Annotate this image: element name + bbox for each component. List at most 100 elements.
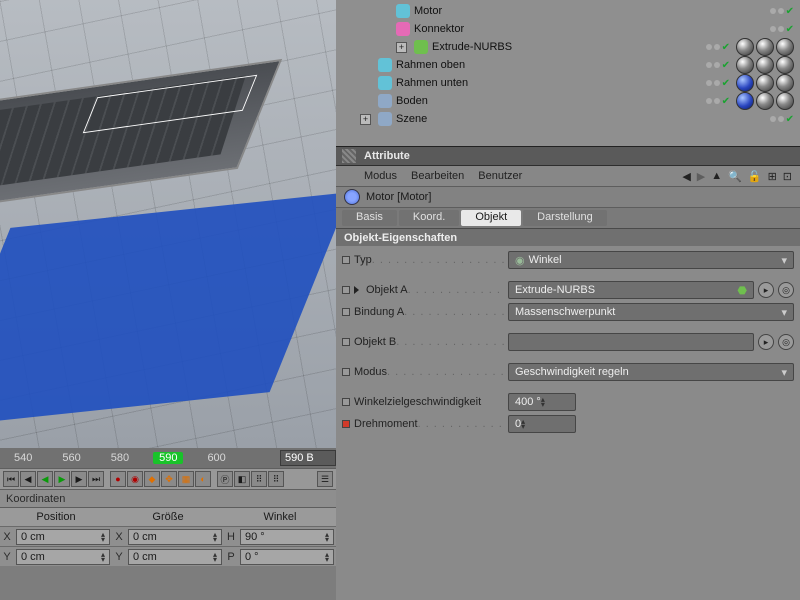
tree-item[interactable]: Boden✔ [360,92,800,110]
material-tags[interactable] [732,38,794,56]
key-pos-button[interactable]: ◆ [144,471,160,487]
tree-item[interactable]: Rahmen unten✔ [360,74,800,92]
coordinates-headers: Position Größe Winkel [0,508,336,526]
visibility-dots[interactable]: ✔ [706,74,800,92]
timeline-ruler[interactable]: 540 560 580 590 600 590 B [0,448,336,468]
grip-icon[interactable] [342,149,356,163]
object-tree[interactable]: Motor✔Konnektor✔+Extrude-NURBS✔Rahmen ob… [336,0,800,146]
expand-icon[interactable]: + [360,114,371,125]
material-tags[interactable] [732,56,794,74]
axis-label: X [0,531,14,543]
tree-item[interactable]: Rahmen oben✔ [360,56,800,74]
menu-modus[interactable]: Modus [364,170,397,182]
pick-a-button[interactable]: ▸ [758,282,774,298]
frame-field[interactable]: 590 B [280,450,336,466]
nav-up-icon[interactable]: ▲ [711,170,722,182]
material-tags[interactable] [732,92,794,110]
anim-checkbox[interactable] [342,398,350,406]
tab-objekt[interactable]: Objekt [461,210,521,226]
key-opts-button[interactable]: ⠿ [251,471,267,487]
tab-darstellung[interactable]: Darstellung [523,210,607,226]
tab-basis[interactable]: Basis [342,210,397,226]
visibility-dots[interactable]: ✔ [706,38,800,56]
step-back-button[interactable]: ◀ [20,471,36,487]
expand-icon[interactable]: + [396,42,407,53]
key-opts2-button[interactable]: ⠿ [268,471,284,487]
menu-benutzer[interactable]: Benutzer [478,170,522,182]
expand-icon[interactable] [354,286,359,294]
anim-checkbox[interactable] [342,256,350,264]
angle-p-field[interactable]: 0 °▴▾ [240,549,334,565]
step-fwd-button[interactable]: ▶ [71,471,87,487]
col-angle: Winkel [224,508,336,526]
objekt-b-field[interactable] [508,333,754,351]
autokey-button[interactable]: ◉ [127,471,143,487]
col-position: Position [0,508,112,526]
tree-label: Szene [396,113,427,125]
key-pla-button[interactable]: ◧ [234,471,250,487]
key-move-button[interactable]: ✥ [161,471,177,487]
pick-b-button[interactable]: ▸ [758,334,774,350]
object-icon [414,40,428,54]
play-back-button[interactable]: ◀ [37,471,53,487]
timeline-tick: 540 [8,452,38,464]
material-tags[interactable] [732,74,794,92]
visibility-dots[interactable]: ✔ [706,56,800,74]
anim-checkbox[interactable] [342,368,350,376]
anim-checkbox[interactable] [342,308,350,316]
motor-icon [344,189,360,205]
angle-h-field[interactable]: 90 °▴▾ [240,529,334,545]
visibility-dots[interactable]: ✔ [770,114,800,125]
new-icon[interactable]: ⊞ [768,170,777,183]
attributes-header: Attribute [336,146,800,166]
tab-koord[interactable]: Koord. [399,210,459,226]
winkelziel-field[interactable]: 400 °▴▾ [508,393,576,411]
anim-checkbox-keyed[interactable] [342,420,350,428]
record-button[interactable]: ● [110,471,126,487]
prop-label: Winkelzielgeschwindigkeit [354,396,481,408]
bindung-a-dropdown[interactable]: Massenschwerpunkt▾ [508,303,794,321]
key-param-button[interactable]: Ⓟ [217,471,233,487]
modus-dropdown[interactable]: Geschwindigkeit regeln▾ [508,363,794,381]
visibility-dots[interactable]: ✔ [770,6,800,17]
nav-fwd-icon[interactable]: ▶ [697,170,705,183]
pos-y-field[interactable]: 0 cm▴▾ [16,549,110,565]
key-menu-button[interactable]: ☰ [317,471,333,487]
lock-icon[interactable]: 🔓 [748,170,762,183]
objekt-a-field[interactable]: Extrude-NURBS⬣ [508,281,754,299]
anim-checkbox[interactable] [342,338,350,346]
play-button[interactable]: ▶ [54,471,70,487]
goto-start-button[interactable]: ⏮ [3,471,19,487]
visibility-dots[interactable]: ✔ [770,24,800,35]
tree-item[interactable]: Motor✔ [360,2,800,20]
timeline-current[interactable]: 590 [153,452,183,464]
anim-checkbox[interactable] [342,286,350,294]
size-y-field[interactable]: 0 cm▴▾ [128,549,222,565]
tree-label: Konnektor [414,23,464,35]
nav-back-icon[interactable]: ◀ [682,170,690,183]
search-icon[interactable]: 🔍 [728,170,742,183]
prop-label: Objekt B [354,336,396,348]
dock-icon[interactable]: ⊡ [783,170,792,183]
tree-item[interactable]: Konnektor ✔ [360,20,800,38]
object-icon [396,22,410,36]
key-rot-button[interactable]: ◐ [195,471,211,487]
size-x-field[interactable]: 0 cm▴▾ [128,529,222,545]
viewport[interactable] [0,0,336,448]
goto-end-button[interactable]: ⏭ [88,471,104,487]
object-icon [378,58,392,72]
object-icon [396,4,410,18]
tree-item[interactable]: +Extrude-NURBS✔ [360,38,800,56]
typ-dropdown[interactable]: ◉Winkel▾ [508,251,794,269]
visibility-dots[interactable]: ✔ [706,92,800,110]
drehmoment-field[interactable]: 0▴▾ [508,415,576,433]
menu-bearbeiten[interactable]: Bearbeiten [411,170,464,182]
pos-x-field[interactable]: 0 cm▴▾ [16,529,110,545]
tree-item[interactable]: + Szene ✔ [360,110,800,128]
object-name: Motor [Motor] [366,191,431,203]
key-scale-button[interactable]: ▦ [178,471,194,487]
target-a-button[interactable]: ◎ [778,282,794,298]
target-b-button[interactable]: ◎ [778,334,794,350]
timeline-tick: 560 [56,452,86,464]
attributes-menubar: Modus Bearbeiten Benutzer ◀ ▶ ▲ 🔍 🔓 ⊞ ⊡ [336,166,800,186]
